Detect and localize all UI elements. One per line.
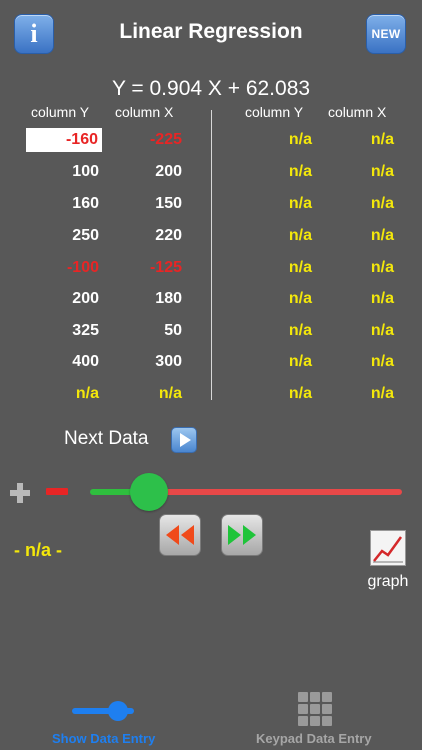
right-row-4-x-cell[interactable]: n/a: [320, 224, 394, 248]
table-divider: [211, 110, 212, 400]
tab-show-data-entry[interactable]: Show Data Entry: [52, 731, 155, 746]
left-row-5-x-cell[interactable]: -125: [106, 256, 182, 280]
plus-icon[interactable]: [9, 482, 31, 504]
right-row-8-x-cell[interactable]: n/a: [320, 350, 394, 374]
right-row-6-x-cell[interactable]: n/a: [320, 287, 394, 311]
right-row-9-x-cell[interactable]: n/a: [320, 382, 394, 406]
rewind-icon: [166, 525, 194, 545]
left-row-6-x-cell[interactable]: 180: [106, 287, 182, 311]
left-row-8-x-cell[interactable]: 300: [106, 350, 182, 374]
left-row-4-x-cell[interactable]: 220: [106, 224, 182, 248]
left-column-y-header: column Y: [31, 104, 90, 120]
left-row-4-y-cell[interactable]: 250: [26, 224, 99, 248]
right-row-7-x-cell[interactable]: n/a: [320, 319, 394, 343]
left-row-3-x-cell[interactable]: 150: [106, 192, 182, 216]
tab-keypad-data-entry[interactable]: Keypad Data Entry: [256, 731, 372, 746]
graph-icon: [373, 536, 403, 563]
right-row-2-x-cell[interactable]: n/a: [320, 160, 394, 184]
page-title: Linear Regression: [119, 20, 303, 43]
right-row-1-x-cell[interactable]: n/a: [320, 128, 394, 152]
next-data-button[interactable]: [171, 427, 197, 453]
regression-equation: Y = 0.904 X + 62.083: [111, 77, 311, 100]
minus-icon[interactable]: [46, 488, 68, 495]
right-row-5-x-cell[interactable]: n/a: [320, 256, 394, 280]
right-row-8-y-cell[interactable]: n/a: [240, 350, 312, 374]
next-data-label[interactable]: Next Data: [64, 428, 148, 450]
right-row-1-y-cell[interactable]: n/a: [240, 128, 312, 152]
right-row-2-y-cell[interactable]: n/a: [240, 160, 312, 184]
left-row-1-y-cell[interactable]: -160: [26, 128, 102, 152]
left-row-3-y-cell[interactable]: 160: [26, 192, 99, 216]
left-row-2-x-cell[interactable]: 200: [106, 160, 182, 184]
new-button[interactable]: NEW: [366, 14, 406, 54]
right-row-4-y-cell[interactable]: n/a: [240, 224, 312, 248]
status-value: - n/a -: [14, 540, 62, 560]
graph-button[interactable]: [370, 530, 406, 566]
left-row-7-x-cell[interactable]: 50: [106, 319, 182, 343]
play-icon: [180, 433, 191, 447]
left-row-9-x-cell[interactable]: n/a: [106, 382, 182, 406]
graph-label[interactable]: graph: [358, 573, 418, 591]
left-row-8-y-cell[interactable]: 400: [26, 350, 99, 374]
right-row-5-y-cell[interactable]: n/a: [240, 256, 312, 280]
left-row-2-y-cell[interactable]: 100: [26, 160, 99, 184]
keypad-icon[interactable]: [298, 692, 332, 726]
left-row-7-y-cell[interactable]: 325: [26, 319, 99, 343]
slider-thumb[interactable]: [130, 473, 169, 511]
slider-track-remaining[interactable]: [149, 489, 402, 495]
new-icon: NEW: [371, 27, 401, 41]
right-row-7-y-cell[interactable]: n/a: [240, 319, 312, 343]
right-column-x-header: column X: [328, 104, 387, 120]
right-row-3-y-cell[interactable]: n/a: [240, 192, 312, 216]
slider-icon[interactable]: [70, 698, 140, 724]
right-column-y-header: column Y: [245, 104, 304, 120]
rewind-button[interactable]: [159, 514, 201, 556]
left-column-x-header: column X: [115, 104, 174, 120]
left-row-9-y-cell[interactable]: n/a: [26, 382, 99, 406]
fast-forward-icon: [228, 525, 256, 545]
right-row-6-y-cell[interactable]: n/a: [240, 287, 312, 311]
left-row-6-y-cell[interactable]: 200: [26, 287, 99, 311]
right-row-3-x-cell[interactable]: n/a: [320, 192, 394, 216]
fast-forward-button[interactable]: [221, 514, 263, 556]
left-row-1-x-cell[interactable]: -225: [106, 128, 182, 152]
right-row-9-y-cell[interactable]: n/a: [240, 382, 312, 406]
left-row-5-y-cell[interactable]: -100: [26, 256, 99, 280]
